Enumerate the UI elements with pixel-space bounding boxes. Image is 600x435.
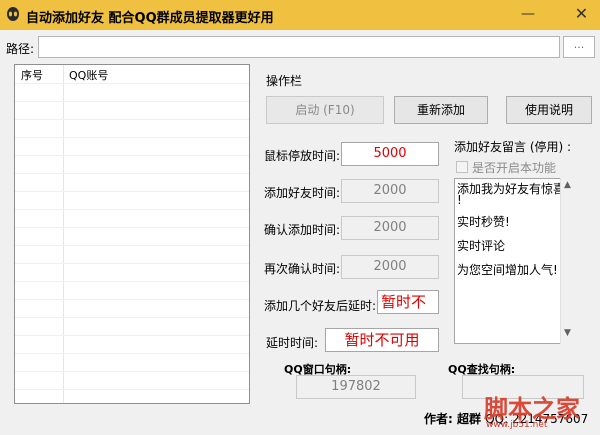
enable-message-checkbox[interactable] — [456, 161, 468, 173]
readd-button[interactable]: 重新添加 — [394, 96, 488, 124]
browse-button[interactable]: ... — [563, 36, 595, 58]
mouse-hover-time-input[interactable]: 5000 — [341, 142, 439, 166]
column-header-index[interactable]: 序号 — [21, 67, 43, 83]
delay-time-label: 延时时间: — [266, 336, 319, 350]
help-button[interactable]: 使用说明 — [506, 96, 592, 124]
delay-time-input[interactable]: 暂时不可用 — [325, 328, 439, 352]
path-input[interactable] — [38, 36, 560, 58]
minimize-button[interactable]: — — [513, 0, 543, 30]
path-label: 路径: — [6, 42, 35, 56]
list-header: 序号 QQ账号 — [15, 65, 249, 83]
row-divider — [15, 155, 249, 156]
reconfirm-time-label: 再次确认时间: — [264, 262, 341, 276]
mouse-hover-time-label: 鼠标停放时间: — [264, 149, 341, 163]
message-textarea[interactable]: 添加我为好友有惊喜 ! 实时秒赞! 实时评论 为您空间增加人气! — [454, 178, 576, 344]
message-line: 实时评论 — [457, 239, 506, 253]
reconfirm-time-input[interactable]: 2000 — [341, 255, 439, 279]
row-divider — [15, 353, 249, 354]
row-divider — [15, 227, 249, 228]
site-watermark: 脚本之家 — [484, 394, 580, 423]
row-divider — [15, 137, 249, 138]
row-divider — [15, 335, 249, 336]
close-button[interactable]: ✕ — [563, 0, 600, 30]
author-label: 作者: — [424, 412, 453, 426]
alien-app-icon — [7, 7, 19, 21]
row-divider — [15, 245, 249, 246]
row-divider — [15, 209, 249, 210]
message-line: ! — [457, 193, 462, 207]
row-divider — [15, 299, 249, 300]
message-line: 为您空间增加人气! — [457, 263, 558, 277]
batch-delay-input[interactable]: 暂时不可 — [377, 290, 439, 314]
row-divider — [15, 119, 249, 120]
scroll-up-icon[interactable]: ▲ — [564, 180, 571, 190]
qq-window-handle-field[interactable]: 197802 — [296, 375, 416, 399]
message-title: 添加好友留言 (停用) : — [454, 140, 572, 154]
enable-message-label: 是否开启本功能 — [472, 161, 557, 175]
row-divider — [15, 281, 249, 282]
ops-group-title: 操作栏 — [266, 74, 303, 88]
message-scrollbar[interactable]: ▲ ▼ — [560, 178, 576, 344]
confirm-add-time-input[interactable]: 2000 — [341, 216, 439, 240]
column-header-qq[interactable]: QQ账号 — [69, 67, 108, 83]
qq-list[interactable]: 序号 QQ账号 — [14, 64, 250, 404]
window-title: 自动添加好友 配合QQ群成员提取器更好用 — [26, 11, 274, 26]
row-divider — [15, 317, 249, 318]
title-bar: 自动添加好友 配合QQ群成员提取器更好用 — ✕ — [0, 0, 600, 30]
row-divider — [15, 83, 249, 84]
row-divider — [15, 263, 249, 264]
row-divider — [15, 191, 249, 192]
row-divider — [15, 371, 249, 372]
row-divider — [15, 173, 249, 174]
row-divider — [15, 389, 249, 390]
site-watermark-url: www.jb51.net — [486, 420, 548, 430]
row-divider — [15, 101, 249, 102]
add-friend-time-label: 添加好友时间: — [264, 186, 341, 200]
start-button[interactable]: 启动 (F10) — [266, 96, 384, 124]
add-friend-time-input[interactable]: 2000 — [341, 179, 439, 203]
message-line: 添加我为好友有惊喜 — [457, 182, 566, 196]
message-line: 实时秒赞! — [457, 215, 510, 229]
confirm-add-time-label: 确认添加时间: — [264, 223, 341, 237]
batch-delay-label: 添加几个好友后延时: — [264, 299, 377, 313]
scroll-down-icon[interactable]: ▼ — [564, 328, 571, 338]
author-name: 超群 — [457, 412, 482, 426]
